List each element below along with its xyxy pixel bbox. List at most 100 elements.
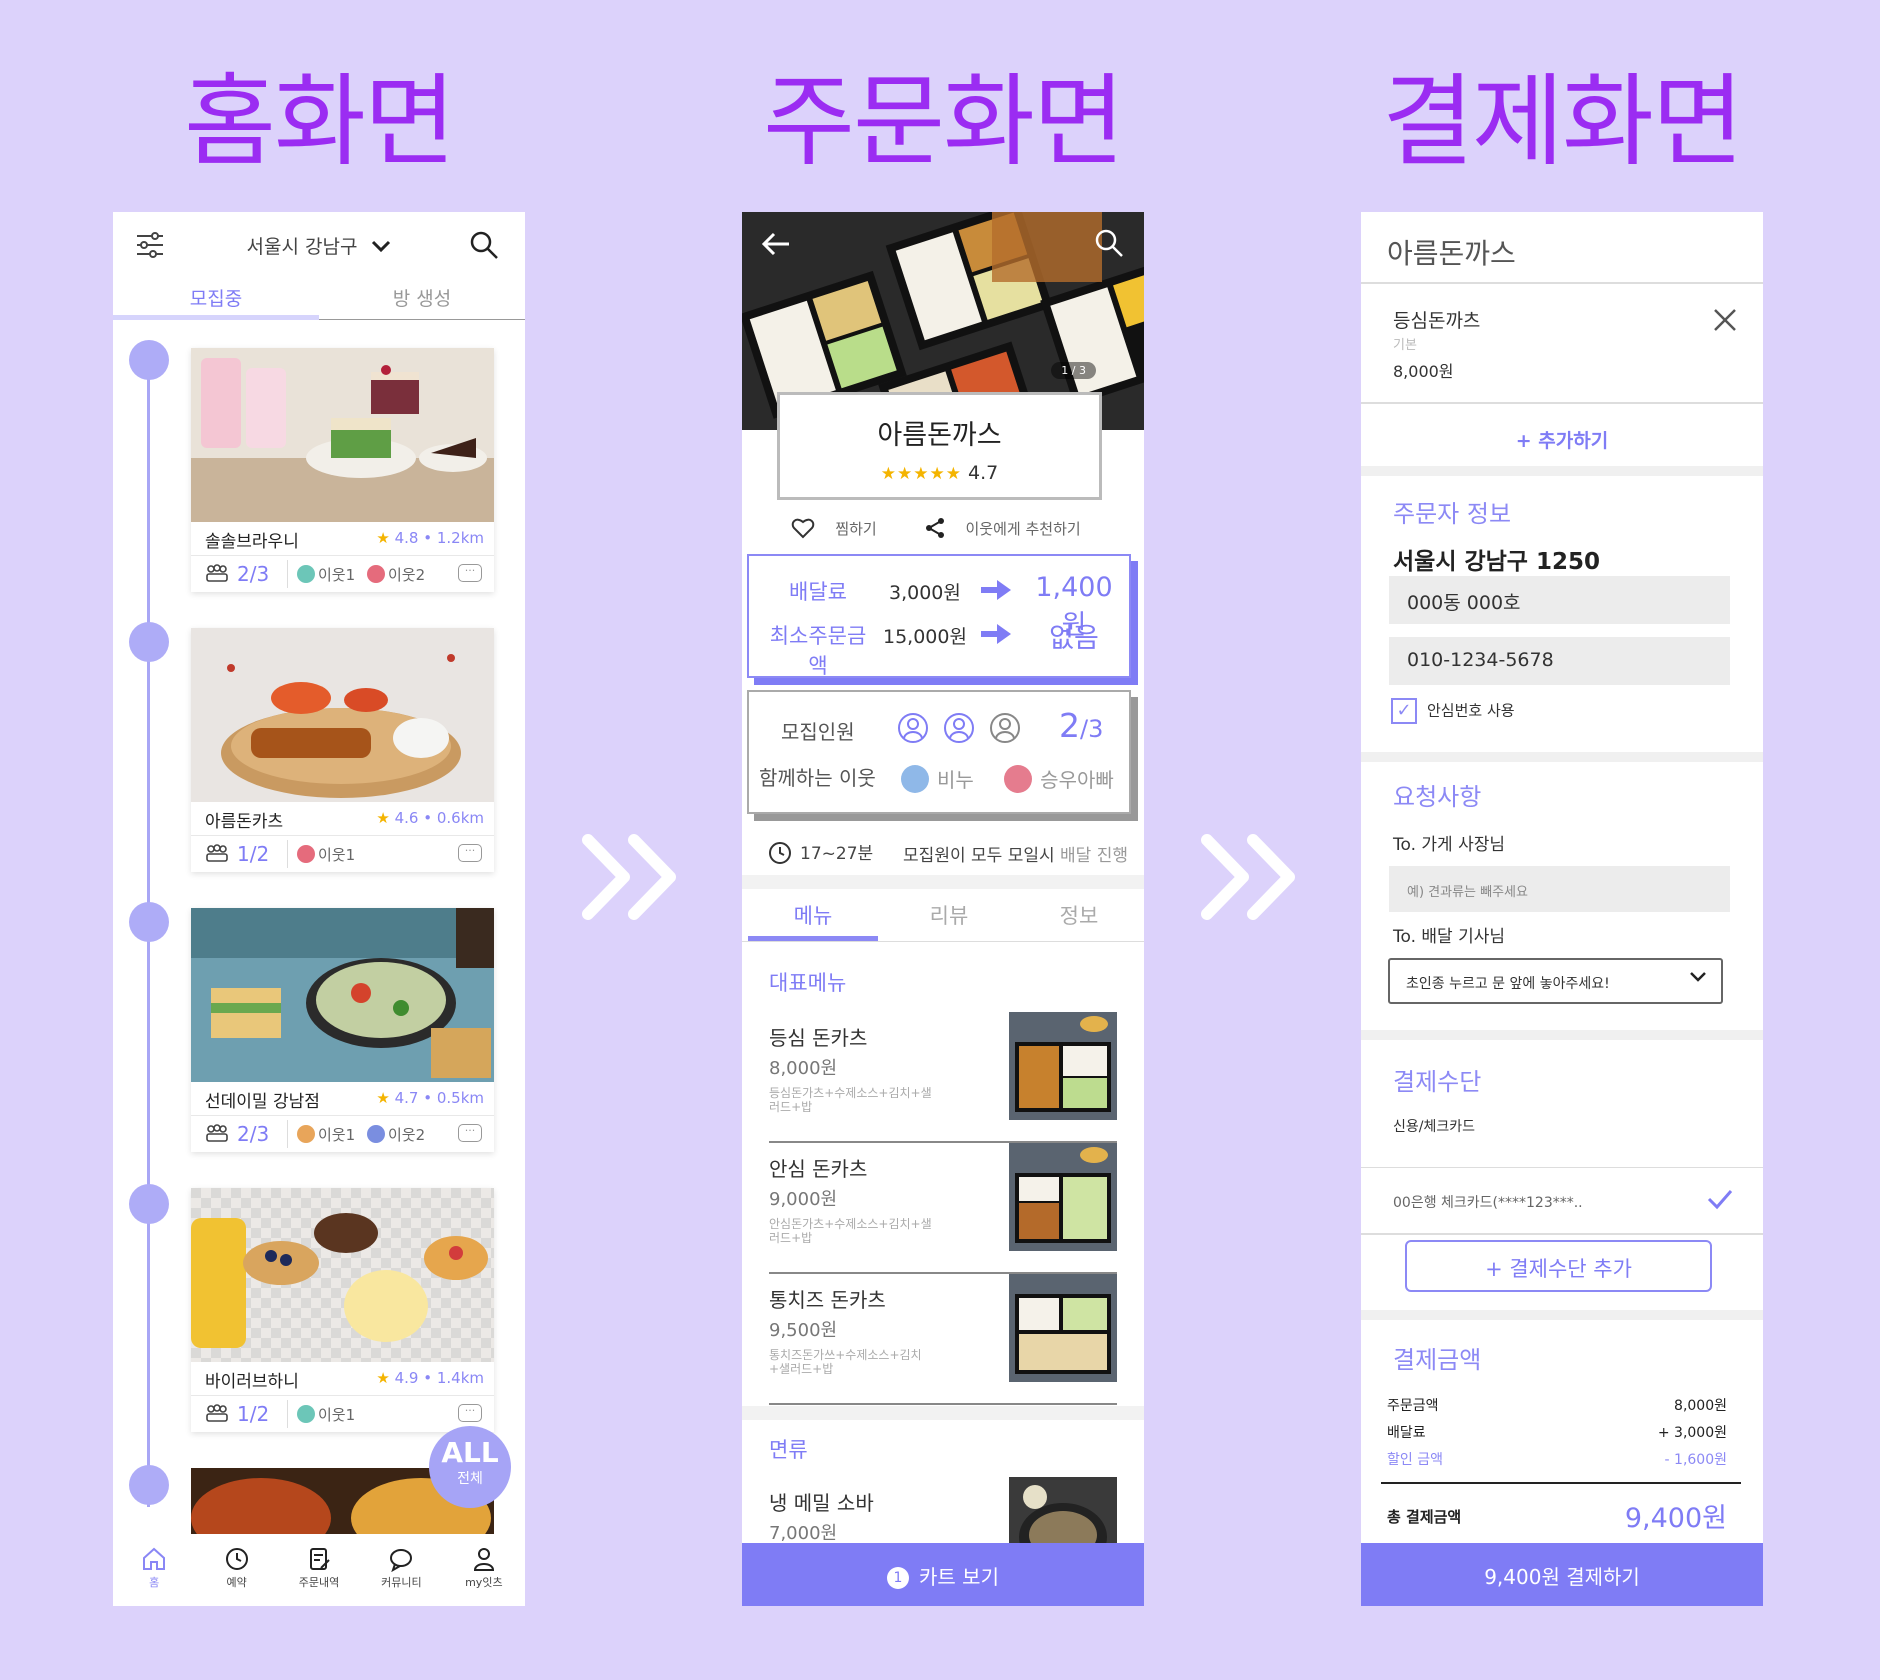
receipt-icon — [310, 1548, 330, 1570]
double-chevron-right-icon — [1197, 832, 1307, 922]
restaurant-distance: 1.4km — [436, 1369, 484, 1387]
delivery-fee-box: 배달료 3,000원 1,400원 최소주문금액 15,000원 없음 — [747, 554, 1131, 678]
cart-item-price: 8,000원 — [1393, 362, 1454, 381]
neighbor-name: 이웃2 — [388, 566, 426, 584]
to-rider-label: To. 배달 기사님 — [1393, 927, 1506, 947]
min-order-label: 최소주문금액 — [769, 624, 867, 678]
address-text: 서울시 강남구 1250 — [1393, 549, 1600, 575]
restaurant-photo — [191, 1188, 494, 1362]
all-button-sublabel: 전체 — [457, 1471, 483, 1487]
people-count: 2/3 — [237, 562, 270, 586]
menu-item[interactable]: 안심 돈카츠 9,000원 안심돈가츠+수제소스+김치+샐러드+밥 — [769, 1143, 1117, 1274]
nav-home[interactable]: 홈 — [113, 1534, 195, 1606]
all-button[interactable]: ALL 전체 — [429, 1426, 511, 1508]
neighbor-name: 이웃1 — [318, 566, 356, 584]
recruit-total: /3 — [1080, 715, 1104, 743]
avatar — [901, 765, 929, 793]
recruit-label: 모집인원 — [781, 720, 855, 744]
nav-orders[interactable]: 주문내역 — [278, 1534, 360, 1606]
restaurant-distance: 0.5km — [436, 1089, 484, 1107]
nav-reservation[interactable]: 예약 — [195, 1534, 277, 1606]
delivery-note: 모집원이 모두 모일시 — [903, 846, 1055, 866]
more-icon[interactable]: ··· — [458, 1124, 482, 1142]
pay-screen-heading: 결제화면 — [1382, 63, 1744, 180]
check-icon: ✓ — [1391, 698, 1417, 724]
orderer-info-title: 주문자 정보 — [1393, 500, 1512, 528]
back-arrow-icon[interactable] — [761, 232, 790, 260]
menu-price: 8,000원 — [769, 1058, 838, 1079]
restaurant-rating: 4.7 — [394, 1089, 419, 1107]
star-icon: ★ — [376, 1089, 390, 1107]
add-more-button[interactable]: + 추가하기 — [1361, 426, 1763, 453]
restaurant-photo — [191, 908, 494, 1082]
restaurant-rating: 4.8 — [394, 529, 419, 547]
restaurant-card[interactable]: 바이러브하니 ★ 4.9 • 1.4km 1/2 이웃1 ··· — [191, 1188, 494, 1432]
menu-thumbnail — [1009, 1012, 1117, 1120]
restaurant-name: 선데이밀 강남점 — [205, 1092, 320, 1112]
home-header: 서울시 강남구 모집중 방 생성 — [113, 212, 525, 320]
delivery-amount-value: + 3,000원 — [1657, 1425, 1727, 1441]
clock-icon — [769, 842, 791, 864]
like-button[interactable]: 찜하기 — [791, 518, 890, 539]
location-label: 서울시 강남구 — [246, 236, 358, 258]
all-button-label: ALL — [441, 1436, 499, 1469]
total-amount-value: 9,400원 — [1624, 1503, 1727, 1534]
menu-item[interactable]: 통치즈 돈카츠 9,500원 통치즈돈가쓰+수제소스+김치+샐러드+밥 — [769, 1274, 1117, 1405]
cart-item-name: 등심돈까츠 — [1393, 310, 1481, 332]
address-detail-field[interactable]: 000동 000호 — [1389, 576, 1730, 624]
more-icon[interactable]: ··· — [458, 1404, 482, 1422]
people-icon — [205, 1123, 229, 1148]
tab-info[interactable]: 정보 — [1014, 888, 1144, 941]
tab-create-room[interactable]: 방 생성 — [319, 280, 525, 320]
home-screen: 서울시 강남구 모집중 방 생성 솔솔브라우니 ★ 4.8 • 1.2km 2/… — [113, 212, 525, 1606]
saved-card-row[interactable]: 00은행 체크카드(****123***.. — [1361, 1167, 1763, 1235]
search-icon[interactable] — [1094, 228, 1124, 262]
menu-name: 통치즈 돈카츠 — [769, 1288, 886, 1312]
order-screen: 1 / 3 아름돈까스 ★★★★★ 4.7 찜하기 이웃에게 추천하기 배달료 3… — [742, 212, 1144, 1606]
menu-name: 안심 돈카츠 — [769, 1157, 868, 1181]
restaurant-card[interactable]: 솔솔브라우니 ★ 4.8 • 1.2km 2/3 이웃1 이웃2 ··· — [191, 348, 494, 592]
location-selector[interactable]: 서울시 강남구 — [113, 232, 525, 259]
nav-label: 예약 — [226, 1576, 247, 1589]
tab-review[interactable]: 리뷰 — [884, 888, 1014, 941]
restaurant-card[interactable]: 선데이밀 강남점 ★ 4.7 • 0.5km 2/3 이웃1 이웃2 ··· — [191, 908, 494, 1152]
restaurant-rating: 4.6 — [394, 809, 419, 827]
chevron-down-icon — [371, 236, 391, 258]
restaurant-name: 솔솔브라우니 — [205, 532, 299, 552]
pay-button[interactable]: 9,400원 결제하기 — [1361, 1543, 1763, 1606]
menu-name: 등심 돈카츠 — [769, 1026, 868, 1050]
menu-item[interactable]: 등심 돈카츠 8,000원 등심돈가츠+수제소스+김치+샐러드+밥 — [769, 1012, 1117, 1143]
delivery-note-gray: 배달 진행 — [1060, 846, 1128, 866]
nav-my[interactable]: my잇츠 — [443, 1534, 525, 1606]
more-icon[interactable]: ··· — [458, 844, 482, 862]
delivery-time: 17~27분 — [800, 844, 874, 864]
safe-number-checkbox[interactable]: ✓ 안심번호 사용 — [1391, 698, 1515, 724]
safe-number-label: 안심번호 사용 — [1427, 701, 1515, 720]
neighbor-name: 이웃1 — [318, 1126, 356, 1144]
arrow-right-icon — [981, 580, 1011, 604]
menu-price: 9,500원 — [769, 1320, 838, 1341]
tab-menu[interactable]: 메뉴 — [748, 888, 878, 941]
min-order-old: 15,000원 — [883, 626, 967, 648]
nav-community[interactable]: 커뮤니티 — [360, 1534, 442, 1606]
restaurant-card[interactable]: 아름돈카츠 ★ 4.6 • 0.6km 1/2 이웃1 ··· — [191, 628, 494, 872]
search-icon[interactable] — [469, 230, 499, 264]
recruit-box: 모집인원 2/3 함께하는 이웃 비누 승우아빠 — [747, 690, 1131, 814]
shop-name: 아름돈까스 — [877, 420, 1002, 451]
share-button[interactable]: 이웃에게 추천하기 — [924, 518, 1095, 538]
rider-request-select[interactable]: 초인종 누르고 문 앞에 놓아주세요! — [1388, 958, 1723, 1004]
like-label: 찜하기 — [835, 520, 877, 538]
more-icon[interactable]: ··· — [458, 564, 482, 582]
close-icon[interactable] — [1713, 308, 1737, 336]
view-cart-button[interactable]: 1 카트 보기 — [742, 1543, 1144, 1606]
cart-item-option: 기본 — [1393, 338, 1417, 353]
phone-field[interactable]: 010-1234-5678 — [1389, 637, 1730, 685]
add-payment-method-button[interactable]: + 결제수단 추가 — [1405, 1240, 1712, 1292]
avatar — [1004, 765, 1033, 793]
menu-thumbnail — [1009, 1274, 1117, 1382]
discount-label: 할인 금액 — [1387, 1452, 1443, 1468]
tab-recruiting[interactable]: 모집중 — [113, 280, 319, 320]
nav-label: my잇츠 — [465, 1576, 503, 1589]
store-request-input[interactable]: 예) 견과류는 빼주세요 — [1389, 866, 1730, 912]
menu-name: 냉 메밀 소바 — [769, 1491, 874, 1515]
